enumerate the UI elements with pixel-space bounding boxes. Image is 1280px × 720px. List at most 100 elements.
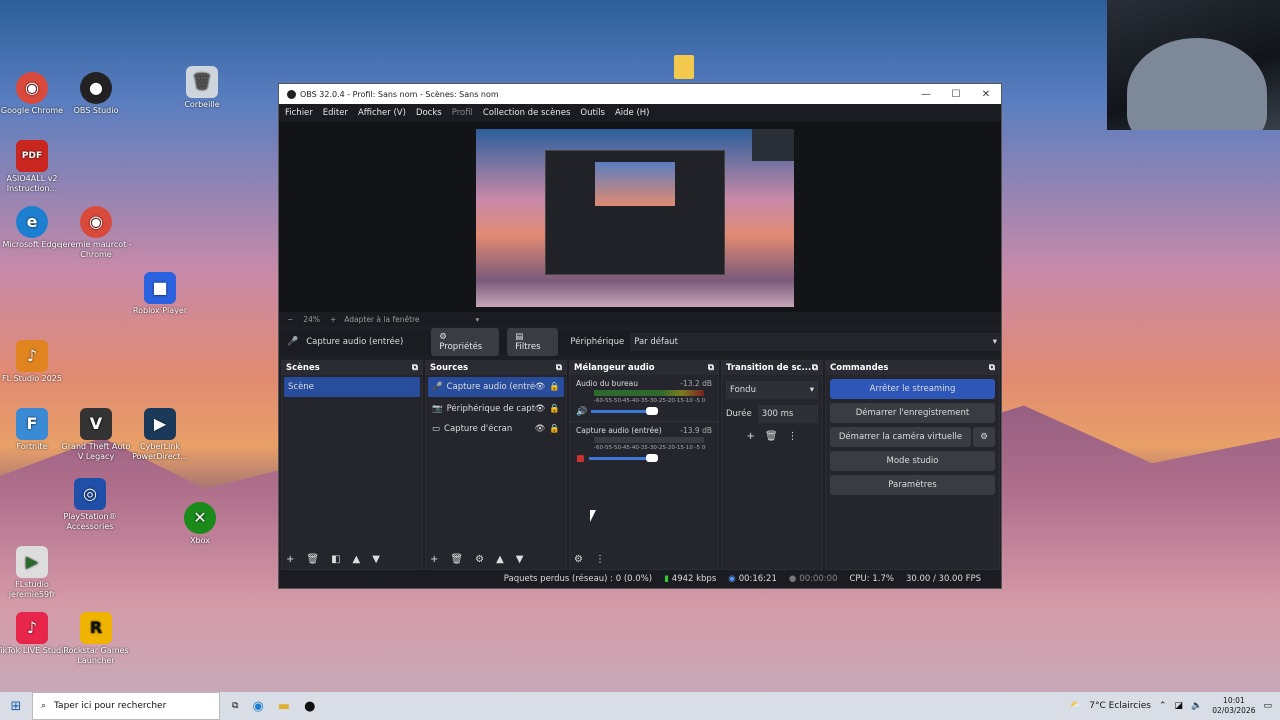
menu-fichier[interactable]: Fichier [285,108,313,118]
menu-aide[interactable]: Aide (H) [615,108,650,118]
eye-icon[interactable]: 👁 [535,382,546,392]
undock-icon[interactable]: ⧉ [708,363,714,373]
zoom-in-button[interactable]: + [330,315,336,324]
play-store-icon: ▶ [16,546,48,578]
undock-icon[interactable]: ⧉ [412,363,418,373]
desktop-icon-gta[interactable]: V Grand Theft Auto V Legacy [59,408,133,462]
menu-bar: Fichier Editer Afficher (V) Docks Profil… [279,104,1001,122]
menu-outils[interactable]: Outils [580,108,605,118]
mixer-channel: Audio du bureau -13.2 dB -60-55-50-45-40-… [576,379,712,417]
properties-button[interactable]: ⚙ Propriétés [431,328,500,356]
speaker-icon[interactable]: 🔊 [576,407,587,417]
down-icon[interactable]: ▼ [372,554,380,565]
duration-row: Durée 300 ms [726,405,818,423]
menu-dots-icon[interactable]: ⋮ [788,431,798,442]
filter-icon[interactable]: ◧ [331,554,340,565]
eye-icon[interactable]: 👁 [535,424,546,434]
desktop-icon-fl-studio[interactable]: ♪ FL Studio 2025 [0,340,69,384]
studio-mode-button[interactable]: Mode studio [830,451,995,471]
duration-input[interactable]: 300 ms [757,405,818,423]
menu-profil[interactable]: Profil [452,108,473,118]
maximize-button[interactable]: ☐ [941,89,971,100]
filters-button[interactable]: ▤ Filtres [507,328,559,356]
add-icon[interactable]: + [746,431,754,442]
scene-item[interactable]: Scène [284,377,420,397]
menu-editer[interactable]: Editer [323,108,348,118]
clock[interactable]: 10:01 02/03/2026 [1212,696,1255,716]
task-view-icon[interactable]: ⧉ [232,701,238,711]
trash-icon[interactable]: 🗑 [306,554,319,565]
fps: 30.00 / 30.00 FPS [905,574,981,584]
trash-icon[interactable]: 🗑 [450,554,463,565]
mute-icon[interactable]: ■ [576,454,585,464]
trash-icon[interactable]: 🗑 [765,431,778,442]
taskbar-search[interactable]: ⌕ Taper ici pour rechercher [32,692,220,720]
obs-taskbar-icon[interactable]: ● [304,699,315,714]
mixer-header: Mélangeur audio ⧉ [570,361,718,375]
undock-icon[interactable]: ⧉ [989,363,995,373]
gear-icon[interactable]: ⚙ [475,554,484,565]
volume-slider[interactable] [588,454,658,462]
bitrate: 4942 kbps [671,574,717,584]
lock-icon[interactable]: 🔒 [549,382,560,392]
undock-icon[interactable]: ⧉ [556,363,562,373]
chevron-up-icon[interactable]: ⌃ [1159,701,1167,711]
weather-text[interactable]: 7°C Eclaircies [1089,701,1151,711]
up-icon[interactable]: ▲ [353,554,361,565]
edge-icon[interactable]: ◉ [252,699,263,714]
volume-slider[interactable] [591,407,658,415]
audio-mixer-dock: Mélangeur audio ⧉ Audio du bureau -13.2 dB… [569,360,719,570]
desktop-icon-powerdirector[interactable]: ▶ CyberLink PowerDirect... [123,408,197,462]
scenes-footer: + 🗑 ◧ ▲ ▼ [282,549,422,569]
eye-icon[interactable]: 👁 [535,404,546,414]
menu-afficher[interactable]: Afficher (V) [358,108,406,118]
desktop-icon-rockstar[interactable]: R Rockstar Games Launcher [59,612,133,666]
mixer-settings-icon[interactable]: ⚙ [574,554,583,565]
transition-controls: + 🗑 ⋮ [722,431,822,442]
zoom-out-button[interactable]: − [287,315,293,324]
device-select[interactable]: Par défaut ▾ [630,333,1001,351]
undock-icon[interactable]: ⧉ [812,363,818,373]
source-item[interactable]: 📷 Périphérique de capt 👁 🔒 [428,399,564,419]
transition-select[interactable]: Fondu ▾ [726,381,818,399]
zoom-fit-select[interactable]: Adapter à la fenêtre [344,315,419,324]
stop-streaming-button[interactable]: Arrêter le streaming [830,379,995,399]
obs-window: OBS 32.0.4 - Profil: Sans nom - Scènes: … [278,83,1002,589]
desktop-icon-xbox[interactable]: ✕ Xbox [163,502,237,546]
folder-icon[interactable] [674,55,694,79]
desktop-icon-flstudio-shortcut[interactable]: ▶ FLstudio jeremie59fr [0,546,69,600]
volume-icon[interactable]: 🔈 [1191,701,1202,711]
minimize-button[interactable]: — [911,89,941,100]
start-recording-button[interactable]: Démarrer l'enregistrement [830,403,995,423]
desktop-icon-recycle-bin[interactable]: 🗑 Corbeille [165,66,239,110]
desktop-icon-chrome-profile[interactable]: ◉ jeremie maurcot - Chrome [59,206,133,260]
menu-docks[interactable]: Docks [416,108,442,118]
preview-canvas[interactable] [279,122,1001,314]
notification-icon[interactable]: ▭ [1263,701,1272,711]
menu-collection-scenes[interactable]: Collection de scènes [483,108,570,118]
windows-start-icon[interactable]: ⊞ [0,699,32,714]
source-item[interactable]: ▭ Capture d'écran 👁 🔒 [428,419,564,439]
down-icon[interactable]: ▼ [516,554,524,565]
add-icon[interactable]: + [286,554,294,565]
desktop-icon-asio-pdf[interactable]: PDF ASIO4ALL v2 Instruction... [0,140,69,194]
window-title: OBS 32.0.4 - Profil: Sans nom - Scènes: … [300,89,499,99]
up-icon[interactable]: ▲ [496,554,504,565]
lock-icon[interactable]: 🔒 [549,404,560,414]
chevron-down-icon[interactable]: ▾ [476,315,480,324]
desktop-icon-obs[interactable]: ● OBS Studio [59,72,133,116]
file-explorer-icon[interactable]: ▬ [278,699,290,714]
desktop-icon-roblox[interactable]: ■ Roblox Player [123,272,197,316]
sources-header: Sources ⧉ [426,361,566,375]
source-item[interactable]: 🎤 Capture audio (entré 👁 🔒 [428,377,564,397]
desktop-icon-playstation[interactable]: ◎ PlayStation® Accessories [53,478,127,532]
menu-dots-icon[interactable]: ⋮ [595,554,605,565]
lock-icon[interactable]: 🔒 [549,424,560,434]
settings-button[interactable]: Paramètres [830,475,995,495]
add-icon[interactable]: + [430,554,438,565]
start-virtual-camera-button[interactable]: Démarrer la caméra virtuelle [830,427,971,447]
scenes-header: Scènes ⧉ [282,361,422,375]
gear-icon[interactable]: ⚙ [973,427,995,447]
network-icon[interactable]: ◪ [1175,701,1184,711]
close-button[interactable]: ✕ [971,89,1001,100]
